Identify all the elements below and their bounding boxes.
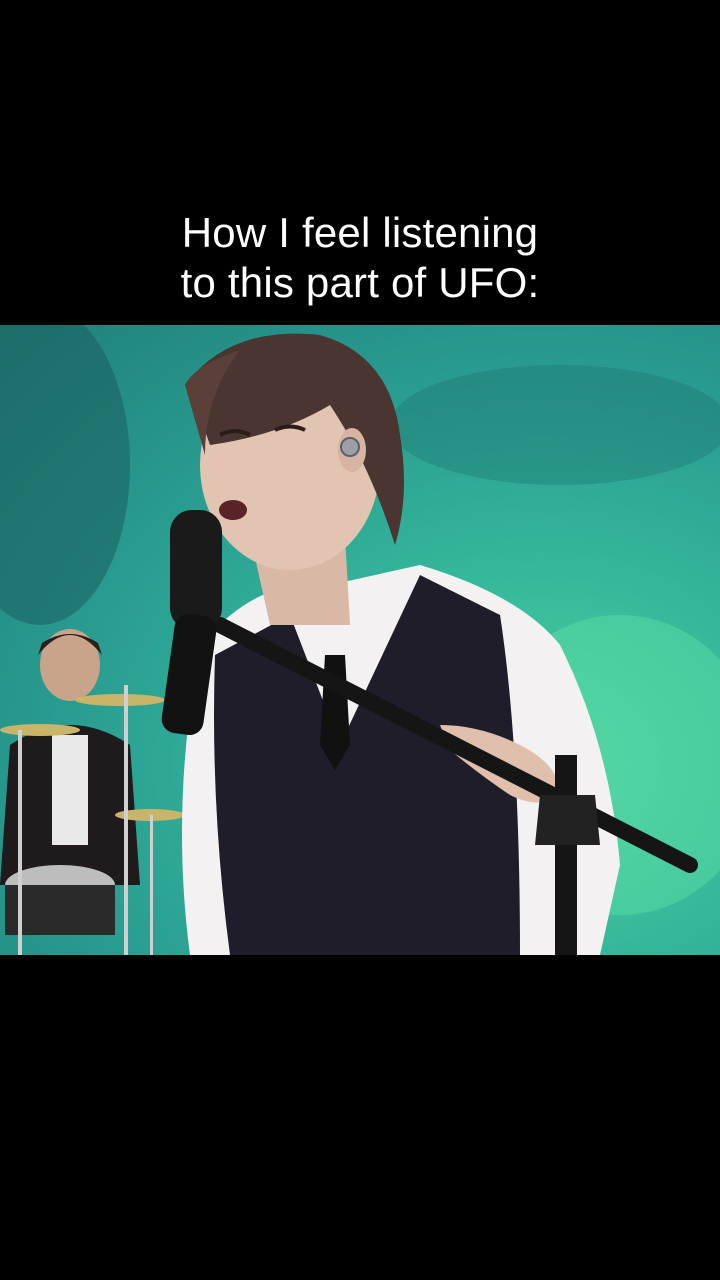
video-frame[interactable]: [0, 325, 720, 955]
caption-line-2: to this part of UFO:: [180, 259, 540, 306]
video-scene: [0, 325, 720, 955]
smoke-top-right: [390, 365, 720, 485]
caption-text: How I feel listening to this part of UFO…: [0, 208, 720, 308]
smoke-left: [0, 325, 130, 625]
caption-line-1: How I feel listening: [181, 209, 539, 256]
